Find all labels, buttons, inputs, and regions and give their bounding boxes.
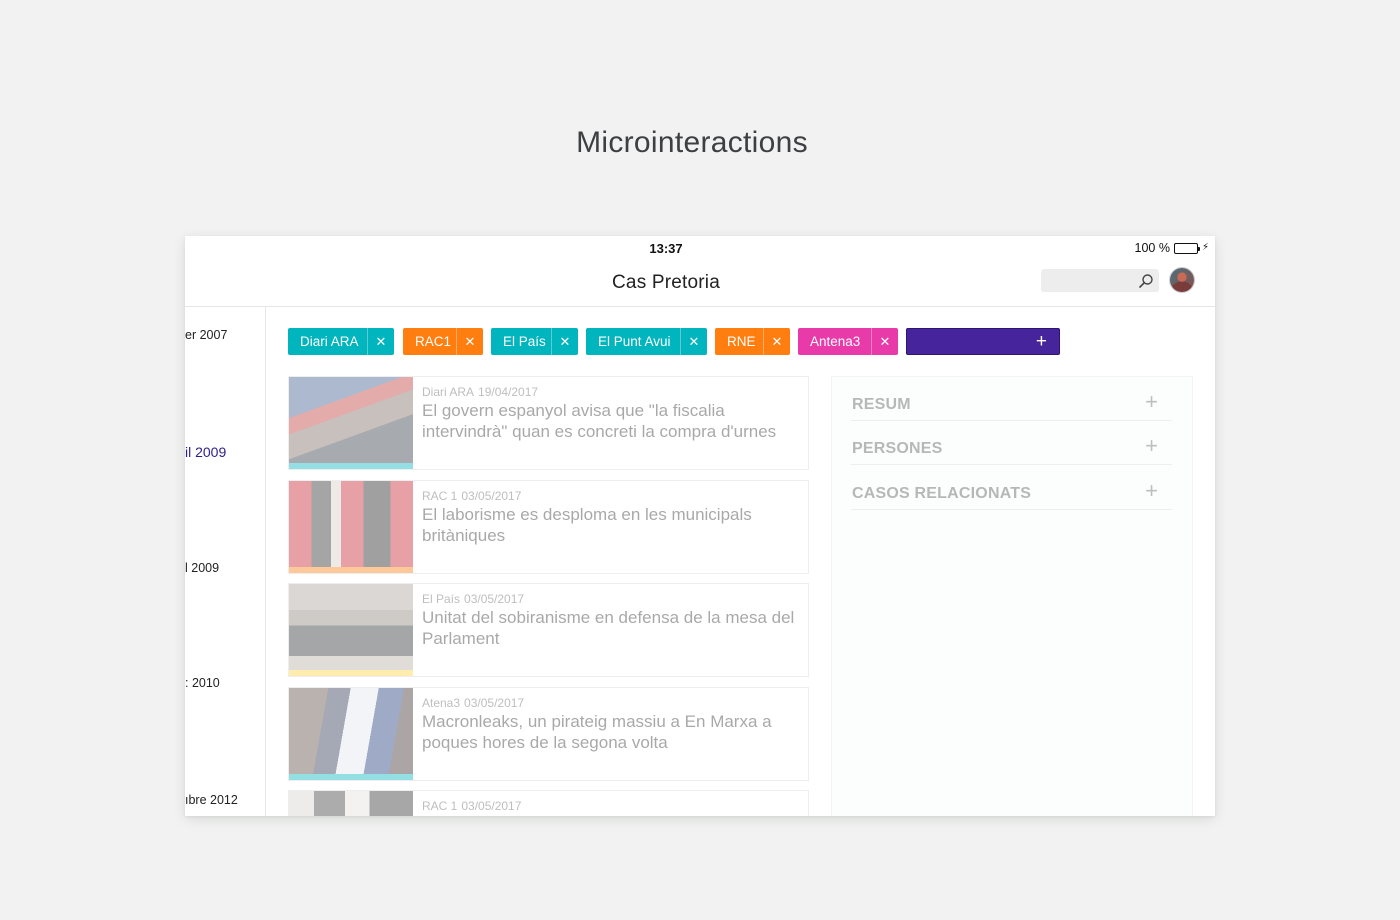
tablet-screen: 13:37 100 % ⚡ Cas Pretoria er 2007 il 20… [185,236,1215,816]
article-meta: RAC 1 03/05/2017 [422,799,521,813]
article-source: RAC 1 [422,799,458,813]
plus-icon[interactable]: + [1145,435,1158,457]
article-date: 03/05/2017 [461,489,522,503]
close-icon[interactable]: ✕ [871,328,898,355]
article-card[interactable]: El País 03/05/2017 Unitat del sobiranisme… [288,583,809,677]
status-bar: 13:37 100 % ⚡ [185,236,1215,260]
close-icon[interactable]: ✕ [680,328,707,355]
article-date: 19/04/2017 [478,385,539,399]
article-date: 03/05/2017 [464,696,525,710]
accordion-label: RESUM [852,396,911,413]
filter-chip-antena3[interactable]: Antena3 ✕ [798,328,898,355]
close-icon[interactable]: ✕ [367,328,394,355]
add-source-button[interactable]: + [906,328,1060,355]
accordion-casos-relacionats[interactable]: CASOS RELACIONATS + [851,466,1172,510]
article-thumbnail [289,481,413,573]
article-thumbnail [289,791,413,816]
article-card[interactable]: Diari ARA 19/04/2017 El govern espanyol a… [288,376,809,470]
filter-chip-rne[interactable]: RNE ✕ [715,328,790,355]
article-title: El laborisme es desploma en les municipa… [422,505,752,545]
filter-chip-diari-ara[interactable]: Diari ARA ✕ [288,328,394,355]
article-card[interactable]: RAC 1 03/05/2017 El laborisme es desploma… [288,480,809,574]
timeline-item-label: ıbre 2012 [185,793,238,807]
chip-label: El País [503,334,546,349]
battery-icon [1173,242,1200,254]
plus-icon: + [1035,330,1047,352]
timeline-item-label: il 2009 [185,444,227,460]
battery-indicator: 100 % ⚡ [1135,241,1209,255]
timeline-item[interactable]: l 2009 [185,561,219,575]
case-details-panel: RESUM + PERSONES + CASOS RELACIONATS + [831,376,1193,816]
article-meta: Atena3 03/05/2017 [422,696,524,710]
article-meta: Diari ARA 19/04/2017 [422,385,538,399]
filter-chip-el-punt-avui[interactable]: El Punt Avui ✕ [586,328,707,355]
search-icon[interactable] [1138,273,1154,289]
chip-label: El Punt Avui [598,334,671,349]
status-time: 13:37 [649,241,683,256]
article-title: Unitat del sobiranisme en defensa de la … [422,608,795,648]
source-color-stripe [289,567,413,573]
timeline-item[interactable]: : 2010 [185,676,220,690]
plus-icon[interactable]: + [1145,480,1158,502]
article-thumbnail [289,377,413,469]
battery-percentage: 100 % [1134,241,1170,255]
article-thumbnail [289,584,413,676]
page-heading: Microinteractions [576,126,808,159]
plus-icon[interactable]: + [1145,391,1158,413]
article-source: Atena3 [422,696,461,710]
timeline-item-label: : 2010 [185,676,220,690]
close-icon[interactable]: ✕ [551,328,578,355]
accordion-label: PERSONES [852,440,943,457]
avatar[interactable] [1170,268,1194,292]
accordion-label: CASOS RELACIONATS [852,485,1032,502]
chip-label: RAC1 [415,334,452,349]
chip-label: Antena3 [810,334,861,349]
accordion-resum[interactable]: RESUM + [851,377,1172,421]
navigation-bar: Cas Pretoria [185,260,1215,307]
chip-label: Diari ARA [300,334,359,349]
nav-title: Cas Pretoria [612,272,720,293]
filter-chip-rac1[interactable]: RAC1 ✕ [403,328,483,355]
source-color-stripe [289,463,413,469]
article-meta: RAC 1 03/05/2017 [422,489,521,503]
article-meta: El País 03/05/2017 [422,592,524,606]
timeline-sidebar: er 2007 il 2009 l 2009 : 2010 ıbre 2012 [185,307,266,816]
close-icon[interactable]: ✕ [456,328,483,355]
filter-chip-el-pais[interactable]: El País ✕ [491,328,578,355]
article-source: El País [422,592,461,606]
timeline-item[interactable]: er 2007 [185,328,227,342]
accordion-persones[interactable]: PERSONES + [851,421,1172,465]
timeline-item-label: l 2009 [185,561,220,575]
timeline-item-active[interactable]: il 2009 [185,444,226,460]
source-color-stripe [289,774,413,780]
article-source: RAC 1 [422,489,458,503]
article-title: El govern espanyol avisa que "la fiscali… [422,401,777,441]
article-thumbnail [289,688,413,780]
article-title: Macronleaks, un pirateig massiu a En Mar… [422,712,772,752]
close-icon[interactable]: ✕ [763,328,790,355]
timeline-item[interactable]: ıbre 2012 [185,793,238,807]
source-color-stripe [289,670,413,676]
article-source: Diari ARA [422,385,475,399]
article-card[interactable]: RAC 1 03/05/2017 [288,790,809,816]
timeline-item-label: er 2007 [185,328,228,342]
article-date: 03/05/2017 [461,799,522,813]
chip-label: RNE [727,334,756,349]
article-card[interactable]: Atena3 03/05/2017 Macronleaks, un piratei… [288,687,809,781]
article-date: 03/05/2017 [464,592,525,606]
charging-bolt-icon: ⚡ [1201,242,1209,253]
